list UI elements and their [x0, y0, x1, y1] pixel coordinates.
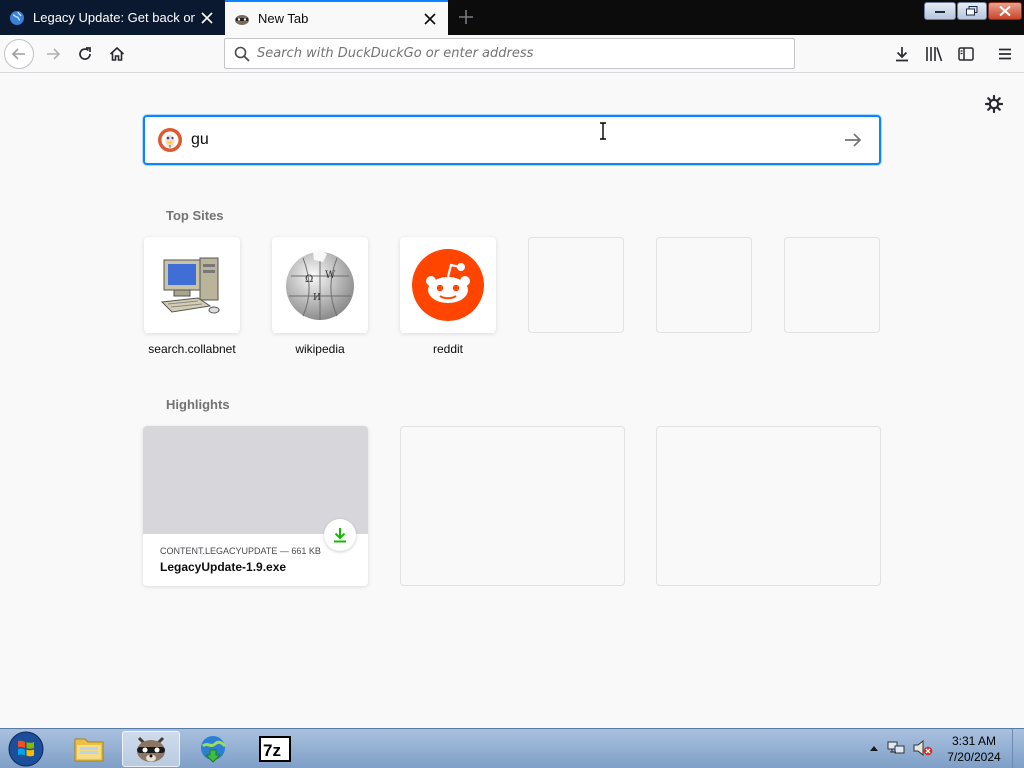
empty-tile: [656, 237, 752, 333]
duckduckgo-icon: [157, 127, 183, 153]
highlight-filename: LegacyUpdate-1.9.exe: [160, 560, 287, 574]
svg-text:W: W: [325, 270, 336, 281]
top-site-tile[interactable]: Ω W И wikipedia: [272, 237, 368, 356]
highlight-thumbnail: [143, 426, 368, 534]
tab-legacy-update[interactable]: Legacy Update: Get back online: [0, 0, 225, 35]
empty-tile: [784, 237, 880, 333]
clock-date: 7/20/2024: [947, 750, 1001, 764]
empty-highlight-slot: [400, 426, 625, 586]
empty-top-site-slot[interactable]: [528, 237, 624, 333]
top-site-tile[interactable]: search.collabnet: [144, 237, 240, 356]
new-tab-plus-icon[interactable]: [452, 4, 480, 30]
window-close-button[interactable]: [988, 2, 1022, 20]
windows-taskbar: 7z 3:31 AM 7/20/2024: [0, 728, 1024, 768]
web-search-input[interactable]: [191, 125, 833, 155]
empty-tile: [528, 237, 624, 333]
7zip-label: 7z: [263, 741, 281, 760]
network-icon[interactable]: [886, 737, 906, 759]
tab-strip: Legacy Update: Get back online New Tab: [0, 0, 1024, 35]
volume-muted-icon[interactable]: [912, 737, 934, 759]
highlight-meta: CONTENT.LEGACYUPDATE — 661 KB: [160, 546, 321, 556]
empty-top-site-slot[interactable]: [784, 237, 880, 333]
tab-title: Legacy Update: Get back online: [33, 10, 195, 25]
library-icon[interactable]: [919, 39, 949, 69]
highlight-card[interactable]: CONTENT.LEGACYUPDATE — 661 KB LegacyUpda…: [143, 426, 368, 586]
reload-button[interactable]: [70, 39, 100, 69]
computer-icon: [144, 237, 240, 333]
address-input[interactable]: [257, 40, 794, 67]
web-search-box[interactable]: [143, 115, 881, 165]
search-go-arrow-icon[interactable]: [833, 120, 873, 160]
address-bar[interactable]: [224, 38, 795, 69]
tab-title: New Tab: [258, 11, 309, 26]
download-icon: [324, 519, 356, 551]
top-site-label: reddit: [432, 342, 464, 356]
navigation-toolbar: [0, 35, 1024, 73]
search-icon: [234, 46, 250, 62]
download-manager-icon[interactable]: [184, 731, 242, 767]
file-explorer-icon[interactable]: [60, 731, 118, 767]
empty-highlight-slot: [656, 426, 881, 586]
system-clock[interactable]: 3:31 AM 7/20/2024: [938, 733, 1010, 765]
downloads-icon[interactable]: [887, 39, 917, 69]
top-site-label: search.collabnet: [148, 342, 236, 356]
tab-new-tab[interactable]: New Tab: [225, 0, 448, 35]
raccoon-icon: [234, 11, 250, 27]
sidebar-icon[interactable]: [951, 39, 981, 69]
close-tab-icon[interactable]: [418, 7, 442, 31]
svg-text:Ω: Ω: [305, 274, 313, 285]
top-site-tile[interactable]: reddit: [400, 237, 496, 356]
7zip-icon[interactable]: 7z: [246, 731, 304, 767]
highlights-heading: Highlights: [166, 397, 230, 412]
text-cursor-icon: [600, 122, 606, 140]
svg-text:И: И: [313, 293, 321, 303]
start-button[interactable]: [4, 730, 48, 768]
close-tab-icon[interactable]: [195, 6, 219, 30]
restore-button[interactable]: [957, 2, 987, 20]
reddit-icon: [400, 237, 496, 333]
wikipedia-globe-icon: Ω W И: [272, 237, 368, 333]
home-button[interactable]: [102, 39, 132, 69]
back-button[interactable]: [4, 39, 34, 69]
show-desktop-button[interactable]: [1012, 729, 1024, 768]
top-site-label: wikipedia: [295, 342, 345, 356]
top-sites-heading: Top Sites: [166, 208, 224, 223]
hamburger-menu-icon[interactable]: [990, 39, 1020, 69]
gear-icon[interactable]: [983, 93, 1005, 115]
empty-top-site-slot[interactable]: [656, 237, 752, 333]
forward-button[interactable]: [38, 39, 68, 69]
globe-icon: [9, 10, 25, 26]
firefox-raccoon-icon[interactable]: [122, 731, 180, 767]
clock-time: 3:31 AM: [951, 734, 997, 748]
show-hidden-icons-arrow-icon[interactable]: [866, 737, 882, 759]
minimize-button[interactable]: [924, 2, 956, 20]
